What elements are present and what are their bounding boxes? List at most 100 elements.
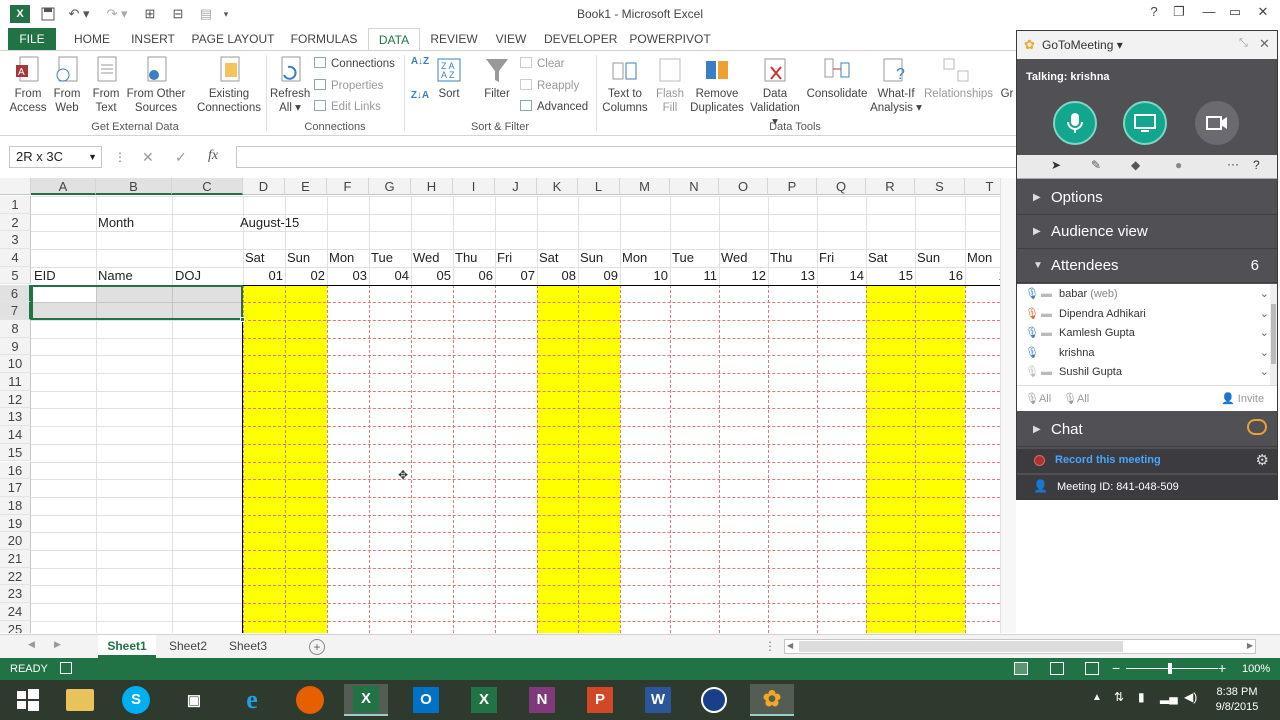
row-header[interactable]: 8 [0,319,31,338]
column-header[interactable]: A [31,178,96,195]
day-name-cell[interactable]: Wed [721,250,748,265]
day-name-cell[interactable]: Mon [967,250,992,265]
column-header[interactable]: S [915,178,965,195]
sheet-tab-sheet2[interactable]: Sheet2 [160,635,216,658]
row-header[interactable]: 1 [0,196,31,214]
relationships-button[interactable]: Relationships [924,55,993,101]
row-header[interactable]: 5 [0,266,31,285]
zoom-out-icon[interactable]: − [1112,660,1120,676]
from-access-button[interactable]: A From Access [6,55,50,115]
column-header[interactable]: C [172,178,243,195]
cell-a5-eid[interactable]: EID [34,268,56,283]
enter-icon[interactable]: ✓ [175,149,187,166]
row-header[interactable]: 22 [0,567,31,586]
cell-b2-month[interactable]: Month [98,215,134,230]
column-header[interactable]: G [369,178,411,195]
firefox-icon[interactable] [288,684,332,716]
chevron-down-icon[interactable]: ▼ [88,147,97,167]
flash-fill-button[interactable]: Flash Fill [652,55,688,115]
row-header[interactable]: 21 [0,550,31,568]
scroll-right-icon[interactable]: ▶ [54,639,61,650]
column-header[interactable]: H [411,178,453,195]
tray-clock[interactable]: 8:38 PM 9/8/2015 [1206,685,1268,715]
row-header[interactable]: 2 [0,213,31,232]
column-header[interactable]: K [537,178,578,195]
day-name-cell[interactable]: Sun [917,250,940,265]
row-header[interactable]: 4 [0,249,31,267]
day-name-cell[interactable]: Fri [819,250,834,265]
page-break-view-icon[interactable] [1085,662,1099,675]
normal-view-icon[interactable] [1014,662,1028,675]
tab-developer[interactable]: DEVELOPER [544,28,617,50]
excel-taskbar-icon[interactable]: X [344,684,388,716]
column-header[interactable]: J [495,178,537,195]
sort-button[interactable]: Z AA Z Sort [432,55,466,101]
row-header[interactable]: 19 [0,514,31,533]
microphone-button[interactable] [1053,101,1097,145]
row-header[interactable]: 14 [0,426,31,444]
attendees-section[interactable]: ▼ Attendees 6 [1017,249,1277,283]
row-header[interactable]: 15 [0,443,31,462]
tab-file[interactable]: FILE [8,28,56,50]
day-name-cell[interactable]: Sat [868,250,888,265]
row-header[interactable]: 12 [0,390,31,409]
horizontal-scrollbar[interactable]: ◀ ▶ [784,639,1256,654]
cell-b5-name[interactable]: Name [98,268,133,283]
row-header[interactable]: 6 [0,284,31,303]
row-header[interactable]: 10 [0,355,31,373]
text-to-columns-button[interactable]: Text to Columns [600,55,650,115]
powerpoint-icon[interactable]: P [578,684,622,716]
more-options-icon[interactable]: ··· [1227,157,1239,171]
camera-app-icon[interactable]: ▣ [172,684,216,716]
compass-app-icon[interactable] [692,684,736,716]
maximize-button[interactable]: ▭ [1224,4,1246,22]
clear-filter-button[interactable]: Clear [520,55,564,73]
select-all-corner[interactable] [0,178,31,195]
day-name-cell[interactable]: Sat [245,250,265,265]
tab-view[interactable]: VIEW [490,28,532,50]
filter-button[interactable]: Filter [480,55,514,101]
ribbon-display-button[interactable]: ❐ [1168,4,1190,22]
macro-record-icon[interactable] [60,662,72,674]
sheet-tab-sheet1[interactable]: Sheet1 [98,635,156,658]
day-name-cell[interactable]: Sun [287,250,310,265]
date-cell[interactable]: 12 [719,268,766,283]
row-header[interactable]: 18 [0,496,31,515]
row-header[interactable]: 25 [0,620,31,633]
column-header[interactable]: R [866,178,915,195]
connections-button[interactable]: Connections [314,55,395,73]
chevron-down-icon[interactable]: ⌄ [1260,305,1269,324]
mute-all-button[interactable]: 🎙All [1025,392,1051,405]
screen-share-button[interactable] [1123,101,1167,145]
webcam-button[interactable] [1195,101,1239,145]
worksheet-grid[interactable]: A B C D E F G H I J K L M N O P Q R S T 1 2 3 4 5 6 7 8 9 10 11 12 13 14 1… [0,178,1016,633]
data-validation-button[interactable]: Data Validation ▾ [746,55,804,129]
invite-button[interactable]: 👤 Invite [1221,392,1264,405]
record-meeting-row[interactable]: Record this meeting ⚙ [1017,449,1277,473]
row-header[interactable]: 23 [0,585,31,604]
gotomeeting-taskbar-icon[interactable]: ✿ [750,684,794,716]
from-web-button[interactable]: From Web [50,55,84,115]
attendee-item[interactable]: 🎙 ▬ Dipendra Adhikari ⌄ [1017,305,1269,324]
sort-az-button[interactable]: A↓Z [410,55,430,69]
tab-split-handle[interactable]: ⋮ [764,639,776,653]
date-cell[interactable]: 02 [285,268,325,283]
cell-c5-doj[interactable]: DOJ [175,268,201,283]
date-cell[interactable]: 10 [620,268,668,283]
skype-icon[interactable]: S [114,684,158,716]
attendee-item[interactable]: 🎙 ▬ Sushil Gupta ⌄ [1017,363,1269,382]
date-cell[interactable]: 03 [327,268,367,283]
date-cell[interactable]: 01 [243,268,283,283]
date-cell[interactable]: 14 [817,268,864,283]
scroll-right-arrow-icon[interactable]: ▶ [1247,641,1253,650]
row-header[interactable]: 3 [0,231,31,250]
column-header[interactable]: B [96,178,172,195]
gtm-title-menu[interactable]: GoToMeeting ▾ [1042,38,1123,52]
chevron-down-icon[interactable]: ⌄ [1260,324,1269,343]
column-header[interactable]: E [285,178,327,195]
day-name-cell[interactable]: Wed [413,250,440,265]
active-cell-a6[interactable] [33,287,96,302]
attendee-item[interactable]: 🎙 krishna ⌄ [1017,344,1269,363]
consolidate-button[interactable]: Consolidate [806,55,868,101]
highlighter-icon[interactable]: ◆ [1131,158,1140,172]
